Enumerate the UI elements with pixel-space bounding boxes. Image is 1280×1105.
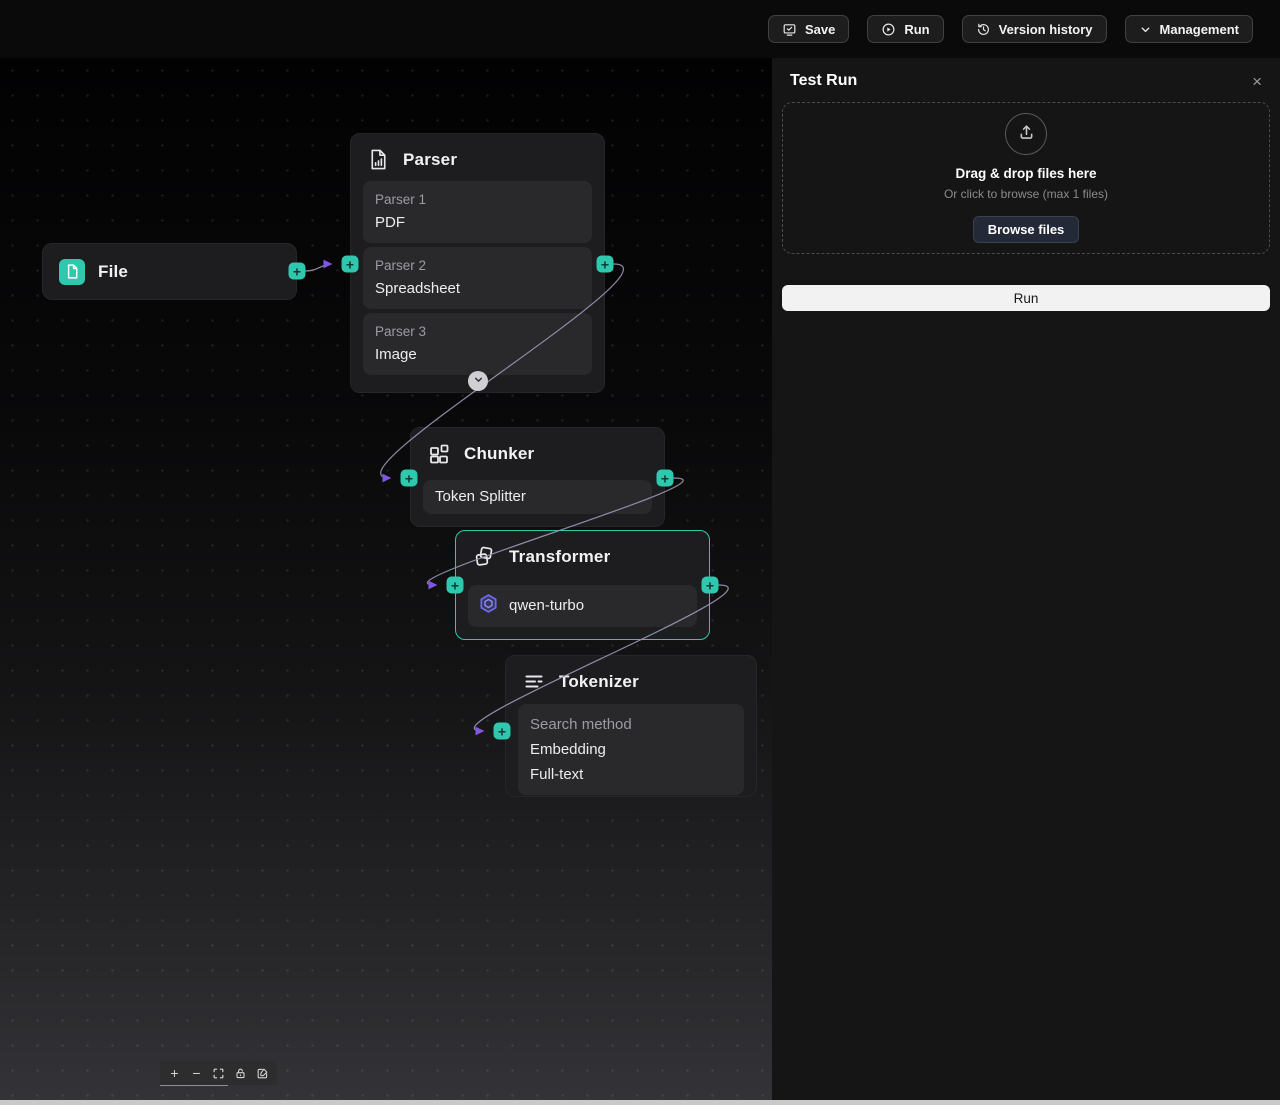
version-history-button[interactable]: Version history	[961, 15, 1107, 43]
node-title: Parser	[403, 149, 458, 169]
transformer-model[interactable]: qwen-turbo	[468, 585, 697, 627]
parser-option[interactable]: Parser 2 Spreadsheet	[363, 247, 592, 309]
fit-view-button[interactable]	[208, 1062, 229, 1084]
management-button[interactable]: Management	[1124, 15, 1253, 43]
panel-title: Test Run	[790, 72, 858, 89]
plus-icon: +	[497, 723, 507, 739]
panel-header: Test Run ×	[772, 58, 1280, 100]
edit-note-icon	[256, 1067, 269, 1080]
close-panel-button[interactable]: ×	[1252, 73, 1262, 90]
upload-icon	[1017, 122, 1036, 146]
node-title: Transformer	[509, 547, 611, 566]
browse-files-button[interactable]: Browse files	[972, 216, 1080, 243]
plus-icon: +	[600, 256, 610, 272]
history-clock-icon	[976, 22, 991, 37]
run-button[interactable]: Run	[867, 15, 944, 43]
handle-parser-target[interactable]: +	[341, 255, 359, 273]
handle-transformer-target[interactable]: +	[446, 576, 464, 594]
zoom-out-button[interactable]: −	[186, 1062, 207, 1084]
tokenizer-search-method[interactable]: Search method Embedding Full-text	[518, 704, 744, 795]
minus-icon: −	[192, 1065, 201, 1081]
plus-icon: +	[660, 470, 670, 486]
file-dropzone[interactable]: Drag & drop files here Or click to brows…	[782, 102, 1270, 254]
annotate-button[interactable]	[252, 1062, 273, 1084]
save-icon	[782, 22, 797, 37]
close-icon: ×	[1252, 71, 1262, 91]
node-file[interactable]: File	[42, 243, 297, 300]
play-circle-icon	[881, 22, 896, 37]
edge-file-parser	[305, 259, 333, 272]
tokenizer-lines-icon	[522, 670, 546, 694]
lock-icon	[234, 1067, 247, 1080]
dropzone-heading: Drag & drop files here	[955, 166, 1097, 181]
node-title: Chunker	[464, 444, 535, 463]
plus-icon: +	[292, 263, 302, 279]
run-label: Run	[904, 21, 930, 37]
test-run-panel: Test Run × Drag & drop files here Or cli…	[772, 58, 1280, 1105]
topbar: Save Run Version history Management	[0, 0, 1280, 58]
node-tokenizer[interactable]: Tokenizer Search method Embedding Full-t…	[505, 655, 757, 797]
node-title: Tokenizer	[559, 672, 639, 691]
canvas-controls: + −	[160, 1061, 277, 1086]
plus-icon: +	[404, 470, 414, 486]
parser-option[interactable]: Parser 1 PDF	[363, 181, 592, 243]
upload-circle	[1005, 113, 1047, 155]
handle-parser-source[interactable]: +	[596, 255, 614, 273]
handle-chunker-target[interactable]: +	[400, 469, 418, 487]
handle-chunker-source[interactable]: +	[656, 469, 674, 487]
chevron-down-icon	[1139, 23, 1152, 36]
chunker-grid-icon	[427, 442, 451, 466]
fit-view-icon	[212, 1067, 225, 1080]
version-history-label: Version history	[998, 21, 1093, 37]
chevron-down-circle-icon	[473, 372, 484, 390]
node-parser[interactable]: Parser Parser 1 PDF Parser 2 Spreadsheet…	[350, 133, 605, 393]
save-label: Save	[804, 21, 836, 37]
panel-run-button[interactable]: Run	[782, 285, 1270, 311]
node-title: File	[98, 261, 129, 281]
chunker-option[interactable]: Token Splitter	[423, 480, 652, 514]
parser-option[interactable]: Parser 3 Image	[363, 313, 592, 375]
parser-file-chart-icon	[367, 148, 390, 171]
pipeline-canvas[interactable]: File Parser Parser 1 PDF Parser 2 Spread…	[0, 58, 772, 1105]
handle-tokenizer-target[interactable]: +	[493, 722, 511, 740]
plus-icon: +	[450, 577, 460, 593]
horizontal-scrollbar[interactable]	[0, 1100, 1280, 1105]
node-chunker[interactable]: Chunker Token Splitter	[410, 427, 665, 527]
transformer-copy-icon	[472, 545, 496, 569]
plus-icon: +	[170, 1065, 179, 1081]
plus-icon: +	[345, 256, 355, 272]
handle-transformer-source[interactable]: +	[701, 576, 719, 594]
qwen-logo-icon	[478, 593, 499, 619]
zoom-in-button[interactable]: +	[164, 1062, 185, 1084]
workflow-editor: Save Run Version history Management File…	[0, 0, 1280, 1105]
dropzone-subtext: Or click to browse (max 1 files)	[943, 187, 1109, 201]
lock-button[interactable]	[230, 1062, 251, 1084]
node-transformer[interactable]: Transformer qwen-turbo	[455, 530, 710, 640]
file-icon	[59, 258, 85, 285]
handle-file-source[interactable]: +	[288, 262, 306, 280]
parser-collapse-button[interactable]	[468, 371, 488, 391]
save-button[interactable]: Save	[767, 15, 850, 43]
management-label: Management	[1159, 21, 1239, 37]
plus-icon: +	[705, 577, 715, 593]
